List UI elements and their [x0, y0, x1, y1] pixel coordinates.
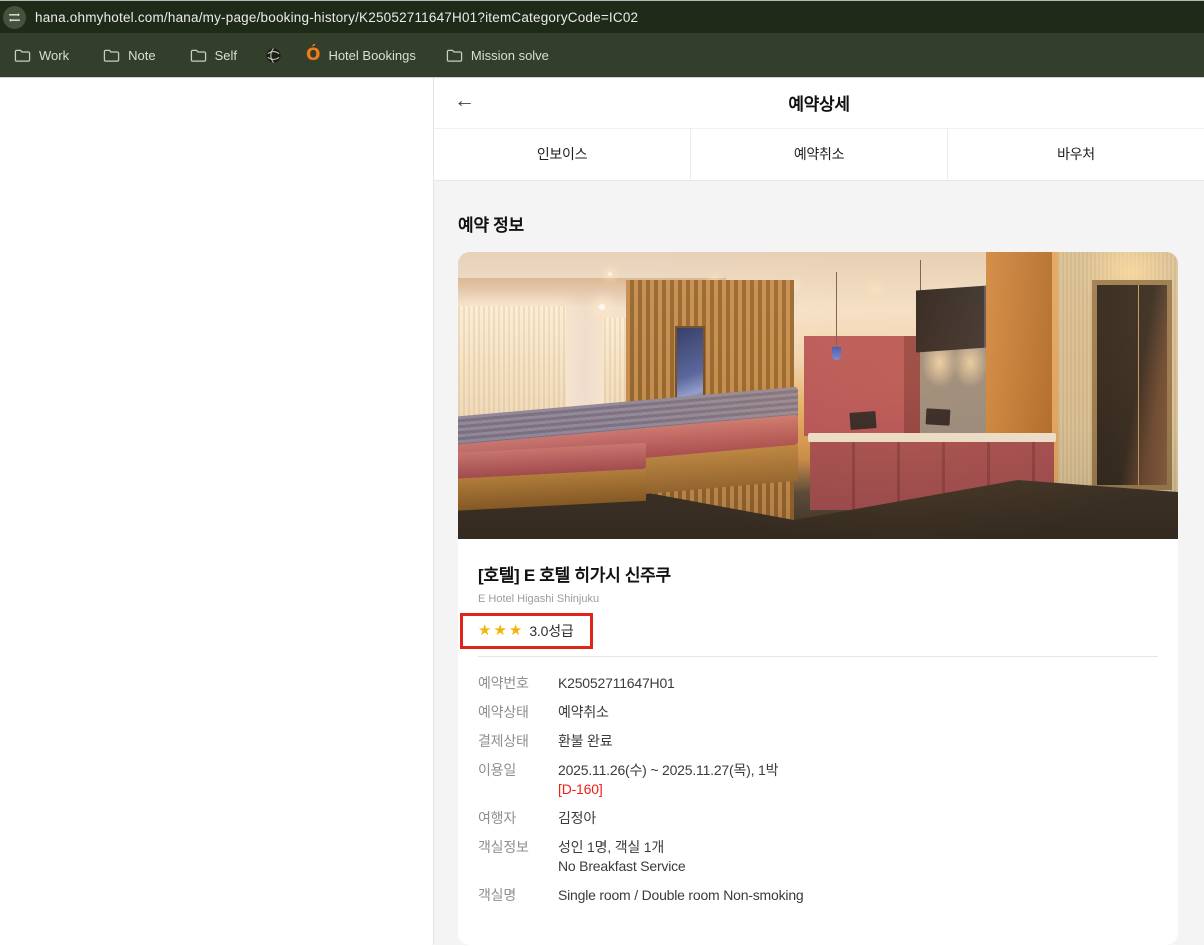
tab-voucher[interactable]: 바우처 [947, 128, 1204, 180]
hotel-name-en: E Hotel Higashi Shinjuku [478, 593, 600, 605]
tab-invoice[interactable]: 인보이스 [434, 128, 690, 180]
folder-icon [103, 48, 120, 63]
bookmarks-bar: Work Note Self Ó Hotel Bookings Mission … [0, 33, 1204, 78]
divider [478, 656, 1158, 657]
hotel-photo [458, 252, 1178, 539]
d-day-badge: [D-160] [558, 781, 603, 797]
detail-row-booking-status: 예약상태 예약취소 [478, 703, 1158, 722]
detail-value: 김정아 [558, 810, 597, 826]
detail-label: 객실명 [478, 887, 517, 903]
stay-dates-text: 2025.11.26(수) ~ 2025.11.27(목), 1박 [558, 762, 779, 778]
star-rating-label: 3.0성급 [529, 623, 574, 639]
bookmark-label: Hotel Bookings [328, 47, 416, 63]
room-occupancy-text: 성인 1명, 객실 1개 [558, 839, 665, 855]
bookmark-label: Work [39, 47, 70, 63]
detail-label: 여행자 [478, 810, 517, 826]
detail-row-traveler: 여행자 김정아 [478, 809, 1158, 828]
bookmark-label: Mission solve [470, 47, 549, 63]
ohmyhotel-icon: Ó [305, 44, 321, 65]
page-title: 예약상세 [788, 95, 850, 115]
address-bar-url[interactable]: hana.ohmyhotel.com/hana/my-page/booking-… [35, 10, 638, 25]
detail-header: ← 예약상세 [434, 78, 1204, 129]
detail-value: 예약취소 [558, 704, 609, 720]
photo-warm-tint [458, 252, 1178, 539]
detail-label: 결제상태 [478, 733, 529, 749]
detail-label: 예약상태 [478, 704, 529, 720]
booking-content: 예약 정보 [호텔] E 호텔 히가시 신주쿠 E Hotel Higashi … [434, 181, 1204, 945]
folder-icon [14, 48, 31, 63]
detail-row-room-info: 객실정보 성인 1명, 객실 1개 No Breakfast Service [478, 838, 1158, 876]
detail-label: 객실정보 [478, 839, 529, 855]
empty-left-panel [0, 78, 434, 945]
bookmark-label: Self [214, 47, 237, 63]
bookmark-note[interactable]: Note [103, 47, 156, 63]
breakfast-text: No Breakfast Service [558, 858, 686, 874]
detail-row-room-name: 객실명 Single room / Double room Non-smokin… [478, 886, 1158, 905]
bookmark-work[interactable]: Work [14, 48, 69, 63]
detail-value: 환불 완료 [558, 733, 613, 749]
detail-label: 예약번호 [478, 675, 529, 691]
bookmark-self[interactable]: Self [190, 48, 237, 63]
back-arrow-icon[interactable]: ← [454, 90, 475, 111]
section-title: 예약 정보 [458, 216, 524, 235]
site-info-icon[interactable] [3, 5, 26, 29]
bookmark-globe[interactable] [265, 47, 282, 64]
folder-icon [446, 48, 463, 63]
bookmark-mission-solve[interactable]: Mission solve [446, 48, 549, 63]
detail-label: 이용일 [478, 762, 517, 778]
booking-details-list: 예약번호 K25052711647H01 예약상태 예약취소 결제상태 환불 완… [478, 674, 1158, 905]
action-tab-bar: 인보이스 예약취소 바우처 [434, 128, 1204, 181]
detail-value: K25052711647H01 [558, 675, 675, 691]
detail-row-booking-number: 예약번호 K25052711647H01 [478, 674, 1158, 693]
globe-icon [265, 47, 282, 64]
hotel-name: [호텔] E 호텔 히가시 신주쿠 [478, 566, 671, 585]
booking-card-body: [호텔] E 호텔 히가시 신주쿠 E Hotel Higashi Shinju… [458, 539, 1178, 945]
folder-icon [190, 48, 207, 63]
bookmark-label: Note [128, 47, 156, 63]
annotation-highlight-box: ★★★ 3.0성급 [460, 613, 593, 649]
detail-value: Single room / Double room Non-smoking [558, 887, 804, 903]
tab-cancel-booking[interactable]: 예약취소 [690, 128, 947, 180]
page-body: ← 예약상세 인보이스 예약취소 바우처 예약 정보 [호텔] E 호텔 히가시… [0, 78, 1204, 945]
detail-row-stay-dates: 이용일 2025.11.26(수) ~ 2025.11.27(목), 1박 [D… [478, 761, 1158, 799]
detail-value: 2025.11.26(수) ~ 2025.11.27(목), 1박 [D-160… [558, 761, 778, 799]
booking-info-card: [호텔] E 호텔 히가시 신주쿠 E Hotel Higashi Shinju… [458, 252, 1178, 945]
star-rating-row: ★★★ 3.0성급 [460, 613, 1158, 650]
browser-url-bar: hana.ohmyhotel.com/hana/my-page/booking-… [0, 0, 1204, 33]
star-rating-icons: ★★★ [478, 622, 525, 639]
detail-row-payment-status: 결제상태 환불 완료 [478, 732, 1158, 751]
detail-value: 성인 1명, 객실 1개 No Breakfast Service [558, 838, 686, 876]
booking-detail-panel: ← 예약상세 인보이스 예약취소 바우처 예약 정보 [호텔] E 호텔 히가시… [434, 78, 1204, 945]
bookmark-hotel-bookings[interactable]: Ó Hotel Bookings [305, 44, 416, 65]
